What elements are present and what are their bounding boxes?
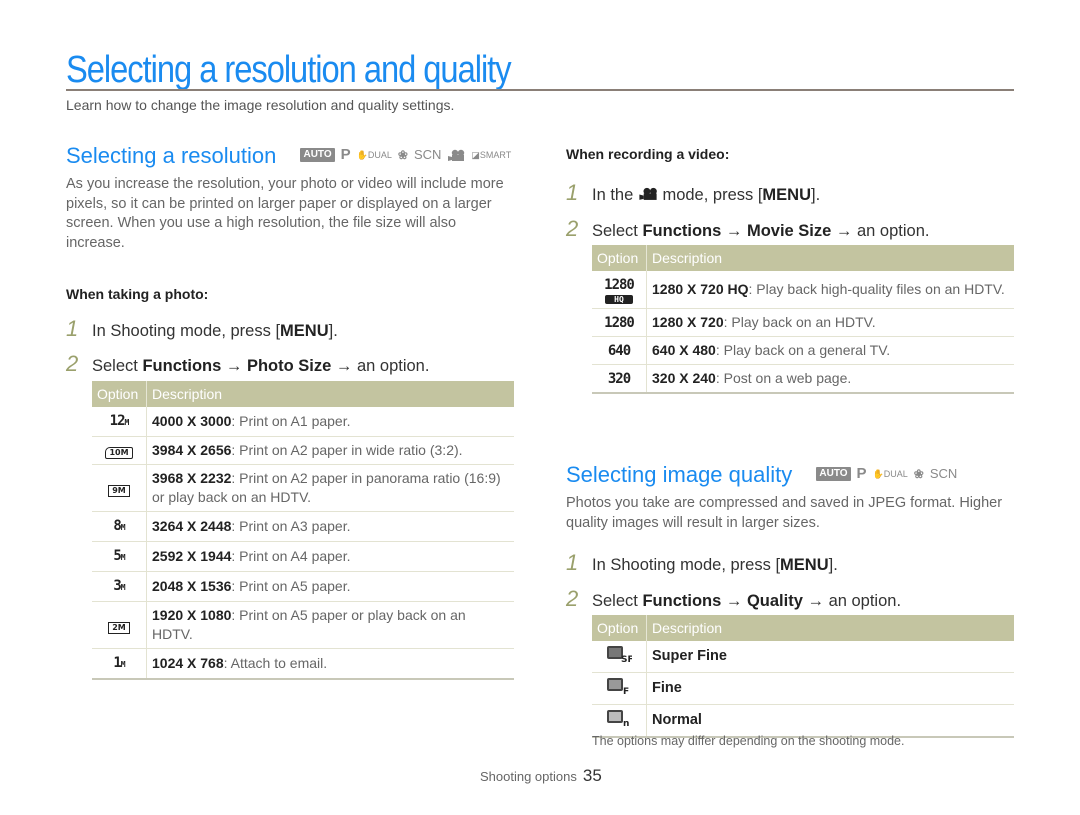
resolution-mode-icons: AUTO P ✋DUAL ❀ SCN ◪SMART: [300, 146, 512, 164]
svg-text:F: F: [623, 687, 629, 695]
movie-size-640-icon: 640: [607, 343, 631, 359]
table-row: 10M 3984 X 2656: Print on A2 paper in wi…: [92, 436, 514, 465]
fine-quality-icon: F: [607, 678, 629, 697]
quality-step-2: 2 Select Functions → Quality → an option.: [566, 586, 902, 611]
column-header-option: Option: [92, 381, 147, 407]
column-header-description: Description: [646, 615, 1014, 641]
photo-size-table: Option Description 12M 4000 X 3000: Prin…: [92, 381, 514, 680]
page-footer: Shooting options 35: [480, 766, 602, 786]
column-header-option: Option: [592, 245, 647, 271]
table-row: 640 640 X 480: Play back on a general TV…: [592, 336, 1014, 365]
quality-step-1: 1 In Shooting mode, press [MENU].: [566, 550, 838, 575]
quality-table: Option Description SF Super Fine F Fine: [592, 615, 1014, 738]
svg-text:SF: SF: [621, 655, 632, 663]
beauty-shot-mode-icon: ❀: [913, 467, 924, 482]
table-row: SF Super Fine: [592, 641, 1014, 673]
menu-key: MENU: [780, 556, 829, 574]
resolution-intro: As you increase the resolution, your pho…: [66, 176, 504, 251]
shooting-mode-note: The options may differ depending on the …: [592, 734, 905, 748]
menu-key: MENU: [762, 186, 812, 204]
photo-size-3m-icon: 3M: [113, 578, 125, 594]
photo-size-9m-panorama-icon: 9M: [108, 484, 130, 497]
movie-mode-icon: [639, 187, 657, 200]
photo-size-5m-icon: 5M: [113, 548, 125, 564]
movie-size-320-icon: 320: [607, 371, 631, 387]
photo-size-1m-icon: 1M: [113, 655, 125, 671]
quality-section-title: Selecting image quality AUTO P ✋DUAL ❀ S…: [566, 462, 957, 488]
video-step-2: 2 Select Functions → Movie Size → an opti…: [566, 216, 930, 241]
column-header-option: Option: [592, 615, 647, 641]
page-title: Selecting a resolution and quality: [66, 49, 512, 91]
beauty-shot-mode-icon: ❀: [397, 148, 408, 163]
smart-auto-mode-icon: ◪SMART: [471, 150, 512, 161]
table-row: 1280 HQ 1280 X 720 HQ: Play back high-qua…: [592, 271, 1014, 309]
table-row: 9M 3968 X 2232: Print on A2 paper in pan…: [92, 464, 514, 512]
movie-mode-icon: [448, 149, 465, 161]
footer-section-name: Shooting options: [480, 769, 577, 784]
photo-size-8m-icon: 8M: [113, 518, 125, 534]
page-subtitle: Learn how to change the image resolution…: [66, 97, 455, 113]
table-row: n Normal: [592, 704, 1014, 738]
menu-key: MENU: [280, 322, 329, 340]
table-row: 2M 1920 X 1080: Print on A5 paper or pla…: [92, 601, 514, 649]
photo-step-2: 2 Select Functions → Photo Size → an opti…: [66, 351, 430, 376]
quality-mode-icons: AUTO P ✋DUAL ❀ SCN: [816, 465, 958, 483]
video-label: When recording a video:: [566, 146, 730, 162]
dual-is-mode-icon: ✋DUAL: [356, 150, 392, 161]
movie-size-1280-hq-icon: 1280 HQ: [604, 277, 635, 304]
scene-mode-icon: SCN: [413, 147, 442, 163]
column-header-description: Description: [146, 381, 514, 407]
quality-intro: Photos you take are compressed and saved…: [566, 495, 1003, 531]
video-step-1: 1 In the mode, press [MENU].: [566, 180, 821, 205]
auto-mode-icon: AUTO: [816, 467, 851, 482]
photo-size-12m-icon: 12M: [109, 413, 130, 429]
auto-mode-icon: AUTO: [300, 148, 335, 163]
page-number: 35: [582, 766, 602, 785]
photo-size-2m-hd-icon: 2M: [108, 621, 130, 634]
resolution-title-text: Selecting a resolution: [66, 143, 277, 168]
movie-size-table: Option Description 1280 HQ 1280 X 720 HQ:…: [592, 245, 1014, 394]
table-row: 12M 4000 X 3000: Print on A1 paper.: [92, 407, 514, 437]
table-row: F Fine: [592, 672, 1014, 705]
resolution-section-title: Selecting a resolution AUTO P ✋DUAL ❀ SC…: [66, 143, 511, 169]
photo-step-1: 1 In Shooting mode, press [MENU].: [66, 316, 338, 341]
title-divider: [66, 89, 1014, 91]
table-row: 320 320 X 240: Post on a web page.: [592, 364, 1014, 394]
photo-label: When taking a photo:: [66, 286, 209, 302]
table-row: 3M 2048 X 1536: Print on A5 paper.: [92, 571, 514, 602]
scene-mode-icon: SCN: [929, 466, 958, 482]
super-fine-quality-icon: SF: [607, 646, 634, 665]
dual-is-mode-icon: ✋DUAL: [872, 469, 908, 480]
column-header-description: Description: [646, 245, 1014, 271]
program-mode-icon: P: [340, 146, 351, 164]
table-row: 1280 1280 X 720: Play back on an HDTV.: [592, 308, 1014, 337]
quality-title-text: Selecting image quality: [566, 462, 793, 487]
photo-size-10m-wide-icon: 10M: [105, 447, 133, 459]
table-row: 1M 1024 X 768: Attach to email.: [92, 648, 514, 680]
table-row: 5M 2592 X 1944: Print on A4 paper.: [92, 541, 514, 572]
normal-quality-icon: n: [607, 710, 629, 729]
program-mode-icon: P: [856, 465, 867, 483]
svg-text:n: n: [623, 719, 629, 727]
movie-size-1280-icon: 1280: [604, 315, 635, 331]
table-row: 8M 3264 X 2448: Print on A3 paper.: [92, 511, 514, 542]
